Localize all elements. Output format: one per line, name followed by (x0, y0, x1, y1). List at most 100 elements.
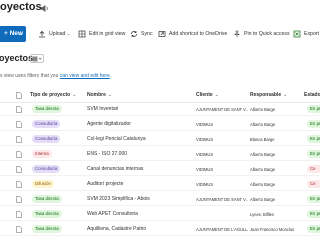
column-header-name-label: Nombre (87, 92, 106, 98)
row-responsible: Juan Francisco Monclus (250, 226, 295, 232)
sync-button[interactable]: Sync (130, 26, 153, 42)
table-row[interactable]: Consultoría Col·legi Pericial Catalunya … (0, 133, 320, 146)
filter-info-link[interactable]: can view and edit here (60, 73, 110, 79)
table-row[interactable]: Interna ENS - ISO 27.000 VIDIMUS Alberto… (0, 148, 320, 161)
table-row[interactable]: Tasa directa Aquilliena, Cadastre Patrio… (0, 223, 320, 236)
edit-grid-button[interactable]: Edit in grid view (78, 26, 125, 42)
row-name[interactable]: Col·legi Pericial Catalunya (87, 136, 146, 142)
row-responsible: Lynes, Biflles (250, 211, 274, 217)
state-pill: En pr (307, 210, 320, 218)
chevron-down-icon: ⌄ (72, 92, 77, 98)
state-pill: Ce (307, 180, 320, 188)
document-icon (16, 136, 22, 143)
file-type-header-icon[interactable] (16, 92, 22, 99)
state-pill: Ce (307, 165, 320, 173)
row-client: AJUNTAMENT DE SANT V... (196, 196, 248, 202)
row-responsible: Alberto Barge (250, 121, 276, 127)
filter-info: s view uses filters that you can view an… (0, 73, 111, 79)
row-responsible: Alberto Barge (250, 151, 276, 157)
document-icon (16, 121, 22, 128)
export-icon (293, 30, 301, 38)
row-name[interactable]: Auditorí projecte (87, 181, 123, 187)
document-icon (16, 181, 22, 188)
column-header-responsible-label: Responsable (250, 92, 282, 98)
upload-button[interactable]: Upload ⌄ (38, 26, 70, 42)
view-switcher-button[interactable] (30, 54, 44, 63)
row-name[interactable]: Agente digitalizador (87, 121, 131, 127)
row-responsible: Alberto Barge (250, 181, 276, 187)
filter-info-text: s view uses filters that you (0, 73, 60, 79)
document-icon (16, 196, 22, 203)
state-pill: En pr (307, 105, 320, 113)
type-pill: Consultoría (32, 120, 61, 128)
column-header-type[interactable]: Tipo de proyecto ⌄ (30, 92, 76, 98)
row-name[interactable]: Aquilliena, Cadastre Patrio (87, 226, 146, 232)
row-name[interactable]: SVM Inventari (87, 106, 118, 112)
row-client: AJUNTAMENT DE SANT V... (196, 106, 248, 112)
type-pill: Tasa directa (32, 195, 62, 203)
table-row[interactable]: Tasa directa SVM Inventari AJUNTAMENT DE… (0, 103, 320, 116)
add-shortcut-button[interactable]: Add shortcut to OneDrive (158, 26, 227, 42)
row-client: AJUNTAMENT DE L'AGULLAR (196, 226, 248, 232)
state-pill: En pr (307, 150, 320, 158)
column-header-state-label: Estado (304, 92, 320, 98)
column-header-state[interactable]: Estado (304, 92, 320, 98)
state-pill: En pr (307, 120, 320, 128)
row-name[interactable]: Web APET Consultoria (87, 211, 138, 217)
state-pill: En pr (307, 195, 320, 203)
type-pill: Tasa directa (32, 105, 62, 113)
column-header-name[interactable]: Nombre ⌄ (87, 92, 112, 98)
table-row[interactable]: Consultoría Agente digitalizador VIDIMUS… (0, 118, 320, 131)
shortcut-icon (158, 31, 166, 37)
row-responsible: Alberto Barge (250, 166, 276, 172)
type-pill: Tasa directa (32, 225, 62, 233)
column-header-responsible[interactable]: Responsable ⌄ (250, 92, 287, 98)
table-row[interactable]: Tasa directa Web APET Consultoria Lynes,… (0, 208, 320, 221)
grid-header: Tipo de proyecto ⌄ Nombre ⌄ Cliente ⌄ Respo… (0, 89, 320, 103)
speaker-icon[interactable] (40, 4, 49, 13)
type-pill: Consultoría (32, 165, 61, 173)
new-button[interactable]: + New ⌄ (0, 26, 26, 42)
row-client: VIDIMUS (196, 136, 214, 142)
export-button[interactable]: Export (293, 26, 319, 42)
column-header-client-label: Cliente (196, 92, 213, 98)
pin-icon (234, 30, 240, 38)
pin-quick-access-button[interactable]: Pin to Quick access (233, 26, 290, 42)
type-pill: Tasa directa (32, 210, 62, 218)
filter-info-period: . (109, 73, 112, 79)
view-title-row: oyectos (0, 53, 320, 65)
view-title: oyectos (0, 53, 34, 63)
row-name[interactable]: ENS - ISO 27.000 (87, 151, 127, 157)
page-title: oyectos (0, 1, 42, 13)
row-client: VIDIMUS (196, 181, 214, 187)
chevron-down-icon: ⌄ (283, 92, 288, 98)
column-header-type-label: Tipo de proyecto (30, 92, 71, 98)
document-icon (16, 211, 22, 218)
title-row: oyectos (0, 0, 320, 22)
command-bar: + New ⌄ Upload ⌄ Edit in grid view Sync A… (0, 26, 320, 42)
pin-label: Pin to Quick access (244, 31, 290, 37)
row-name[interactable]: Canal denuncias internas (87, 166, 143, 172)
state-pill: En pr (307, 225, 320, 233)
document-icon (16, 151, 22, 158)
type-pill: Interna (32, 150, 52, 158)
row-responsible: Alberto Barge (250, 106, 276, 112)
table-row[interactable]: Consultoría Canal denuncias internas VID… (0, 163, 320, 176)
row-client: VIDIMUS (196, 166, 214, 172)
chevron-down-icon: ⌄ (107, 92, 113, 98)
type-pill: Difusión (32, 180, 54, 188)
state-pill: En pr (307, 135, 320, 143)
document-icon (16, 226, 22, 233)
upload-icon (39, 30, 45, 38)
row-client: VIDIMUS (196, 121, 214, 127)
table-row[interactable]: Tasa directa SVM 2023 Simplifica - Abois… (0, 193, 320, 206)
chevron-down-icon: ⌄ (66, 31, 71, 36)
sync-icon (131, 31, 137, 37)
row-responsible: Alberto Barge (250, 196, 276, 202)
table-row[interactable]: Difusión Auditorí projecte VIDIMUS Alber… (0, 178, 320, 191)
library-view-icon (32, 56, 42, 62)
grid-icon (78, 30, 86, 38)
type-pill: Consultoría (32, 135, 61, 143)
row-name[interactable]: SVM 2023 Simplifica - Abois (87, 196, 150, 202)
column-header-client[interactable]: Cliente ⌄ (196, 92, 219, 98)
